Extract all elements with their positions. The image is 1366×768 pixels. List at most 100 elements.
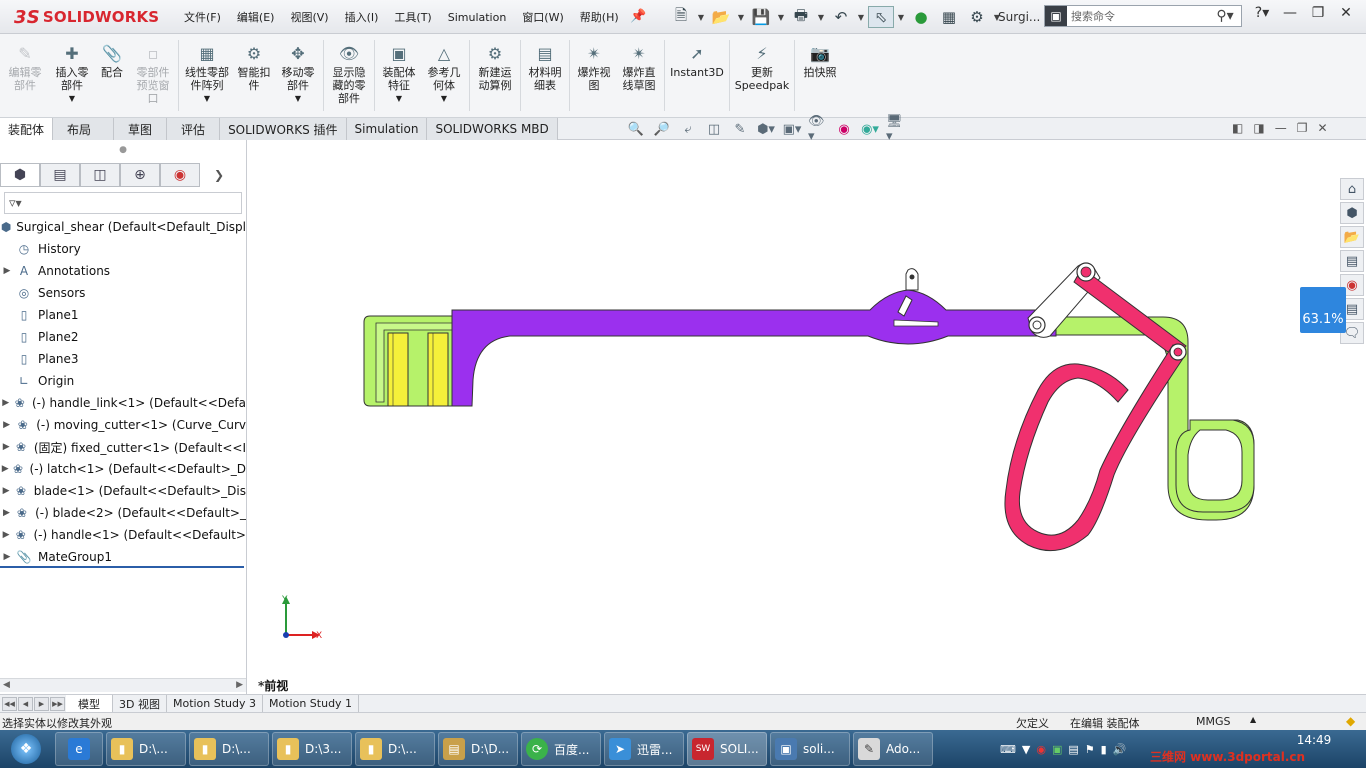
tab-evaluate[interactable]: 评估 xyxy=(167,118,221,140)
tree-item-plane1[interactable]: ▯ Plane1 xyxy=(0,304,246,326)
apply-scene-icon[interactable]: ◉▾ xyxy=(860,120,880,138)
expand-arrow-icon[interactable]: ▶ xyxy=(0,486,12,496)
menu-insert[interactable]: 插入(I) xyxy=(337,9,387,25)
solidworks-logo[interactable]: 3S SOLIDWORKS xyxy=(14,6,159,28)
volume-icon[interactable]: 🔊 xyxy=(1113,743,1127,756)
dimxpert-manager-tab-icon[interactable]: ⊕ xyxy=(120,163,160,187)
explode-line-sketch-button[interactable]: ✴ 爆炸直线草图 xyxy=(616,34,662,117)
tree-item-fixed-cutter[interactable]: ▶ ❀ (固定) fixed_cutter<1> (Default<<I xyxy=(0,436,246,458)
view-settings-icon[interactable]: 🖥▾ xyxy=(886,114,906,144)
menu-help[interactable]: 帮助(H) xyxy=(572,9,627,25)
expand-arrow-icon[interactable]: ▶ xyxy=(0,442,12,452)
network-icon[interactable]: ▼ xyxy=(1022,743,1030,756)
tab-assembly[interactable]: 装配体 xyxy=(0,118,54,140)
taskbar-item-folder-1[interactable]: ▮ D:\... xyxy=(106,732,186,766)
unit-system-arrow-icon[interactable]: ▲ xyxy=(1250,715,1256,724)
edit-appearance-icon[interactable]: ◉ xyxy=(834,120,854,138)
tree-item-blade1[interactable]: ▶ ❀ blade<1> (Default<<Default>_Dis xyxy=(0,480,246,502)
select-pointer-icon[interactable]: ⬁ xyxy=(868,6,894,28)
battery-icon[interactable]: ▮ xyxy=(1101,743,1107,756)
viewport-restore-icon[interactable]: ❐ xyxy=(1297,121,1308,135)
tree-item-history[interactable]: ◷ History xyxy=(0,238,246,260)
viewport-prev-icon[interactable]: ◧ xyxy=(1232,121,1243,135)
menu-window[interactable]: 窗口(W) xyxy=(514,9,571,25)
search-input[interactable]: 搜索命令 xyxy=(1067,8,1209,24)
search-icon[interactable]: ⚲▾ xyxy=(1209,8,1241,24)
tree-item-origin[interactable]: ∟ Origin xyxy=(0,370,246,392)
tree-item-sensors[interactable]: ◎ Sensors xyxy=(0,282,246,304)
rollback-bar[interactable] xyxy=(0,566,244,568)
tab-3d-view[interactable]: 3D 视图 xyxy=(113,694,167,713)
help-icon[interactable]: ?▾ xyxy=(1250,5,1274,21)
expand-arrow-icon[interactable]: ▶ xyxy=(0,508,13,518)
handle-part[interactable] xyxy=(1004,262,1187,552)
next-tab-icon[interactable]: ▶ xyxy=(34,696,49,711)
update-speedpak-button[interactable]: ⚡ 更新Speedpak xyxy=(732,34,792,117)
security-icon[interactable]: ◉ xyxy=(1036,743,1046,756)
fixed-cutter-part[interactable] xyxy=(363,315,1255,521)
panel-grip[interactable]: ● xyxy=(0,140,246,160)
insert-components-button[interactable]: ✚ 插入零部件 ▼ xyxy=(50,34,94,117)
expand-arrow-icon[interactable]: ▶ xyxy=(0,464,11,474)
exploded-view-button[interactable]: ✴ 爆炸视图 xyxy=(572,34,616,117)
property-manager-tab-icon[interactable]: ▤ xyxy=(40,163,80,187)
open-icon[interactable]: 📂 xyxy=(708,6,734,28)
show-hidden-button[interactable]: 👁 显示隐藏的零部件 xyxy=(326,34,372,117)
new-dropdown-icon[interactable]: ▼ xyxy=(696,6,706,28)
file-explorer-icon[interactable]: 📂 xyxy=(1340,226,1364,248)
take-snapshot-button[interactable]: 📷 拍快照 xyxy=(797,34,843,117)
progress-badge[interactable]: 63.1% xyxy=(1300,287,1346,333)
configuration-manager-tab-icon[interactable]: ◫ xyxy=(80,163,120,187)
last-tab-icon[interactable]: ▶▶ xyxy=(50,696,65,711)
linear-pattern-button[interactable]: ▦ 线性零部件阵列 ▼ xyxy=(181,34,233,117)
mate-button[interactable]: 📎 配合 xyxy=(94,34,130,117)
tab-solidworks-addins[interactable]: SOLIDWORKS 插件 xyxy=(220,118,347,140)
bill-of-materials-button[interactable]: ▤ 材料明细表 xyxy=(523,34,567,117)
rebuild-status-icon[interactable]: ◆ xyxy=(1346,714,1355,728)
feature-manager-tab-icon[interactable]: ⬢ xyxy=(0,163,40,187)
restore-icon[interactable]: ❐ xyxy=(1306,5,1330,21)
menu-edit[interactable]: 编辑(E) xyxy=(229,9,283,25)
taskbar-item-window[interactable]: ▣ soli... xyxy=(770,732,850,766)
component-preview-button[interactable]: ▫ 零部件预览窗口 xyxy=(130,34,176,117)
taskbar-item-xunlei[interactable]: ➤ 迅雷... xyxy=(604,732,684,766)
viewport-close-icon[interactable]: ✕ xyxy=(1317,121,1327,135)
view-palette-icon[interactable]: ▤ xyxy=(1340,250,1364,272)
first-tab-icon[interactable]: ◀◀ xyxy=(2,696,17,711)
scroll-right-icon[interactable]: ▶ xyxy=(236,679,243,692)
flag-icon[interactable]: ⚑ xyxy=(1085,743,1095,756)
undo-icon[interactable]: ↶ xyxy=(828,6,854,28)
print-icon[interactable]: 🖶 xyxy=(788,6,814,28)
file-properties-icon[interactable]: ▦ xyxy=(936,6,962,28)
close-icon[interactable]: ✕ xyxy=(1334,5,1358,21)
menu-simulation[interactable]: Simulation xyxy=(440,11,515,24)
tree-item-blade2[interactable]: ▶ ❀ (-) blade<2> (Default<<Default>_ xyxy=(0,502,246,524)
tree-item-moving-cutter[interactable]: ▶ ❀ (-) moving_cutter<1> (Curve_Curv xyxy=(0,414,246,436)
zoom-to-area-icon[interactable]: 🔎 xyxy=(652,120,672,138)
viewport-next-icon[interactable]: ◨ xyxy=(1253,121,1264,135)
tree-filter[interactable]: ▿ ▼ xyxy=(4,192,242,214)
tab-sketch[interactable]: 草图 xyxy=(114,118,168,140)
tree-item-latch[interactable]: ▶ ❀ (-) latch<1> (Default<<Default>_D xyxy=(0,458,246,480)
expand-arrow-icon[interactable]: ▶ xyxy=(0,420,13,430)
clock[interactable]: 14:49 xyxy=(1290,733,1338,747)
new-icon[interactable]: 🗎 xyxy=(668,6,694,28)
tab-simulation[interactable]: Simulation xyxy=(346,118,428,140)
taskbar-item-solidworks[interactable]: SW SOLI... xyxy=(687,732,767,766)
search-box[interactable]: ▣ 搜索命令 ⚲▾ xyxy=(1044,5,1242,27)
expand-arrow-icon[interactable]: ▶ xyxy=(0,552,14,562)
chevron-right-icon[interactable]: ❯ xyxy=(214,168,224,182)
tree-item-plane3[interactable]: ▯ Plane3 xyxy=(0,348,246,370)
reference-geometry-button[interactable]: △ 参考几何体 ▼ xyxy=(421,34,467,117)
tree-item-handle-link[interactable]: ▶ ❀ (-) handle_link<1> (Default<<Defa xyxy=(0,392,246,414)
save-icon[interactable]: 💾 xyxy=(748,6,774,28)
home-icon[interactable]: ⌂ xyxy=(1340,178,1364,200)
keyboard-icon[interactable]: ⌨ xyxy=(1000,743,1016,756)
open-dropdown-icon[interactable]: ▼ xyxy=(736,6,746,28)
tab-layout[interactable]: 布局 xyxy=(53,118,115,140)
rebuild-icon[interactable]: ● xyxy=(908,6,934,28)
tree-item-handle[interactable]: ▶ ❀ (-) handle<1> (Default<<Default> xyxy=(0,524,246,546)
instant3d-button[interactable]: ➚ Instant3D xyxy=(667,34,727,117)
menu-tools[interactable]: 工具(T) xyxy=(386,9,439,25)
menu-file[interactable]: 文件(F) xyxy=(176,9,229,25)
